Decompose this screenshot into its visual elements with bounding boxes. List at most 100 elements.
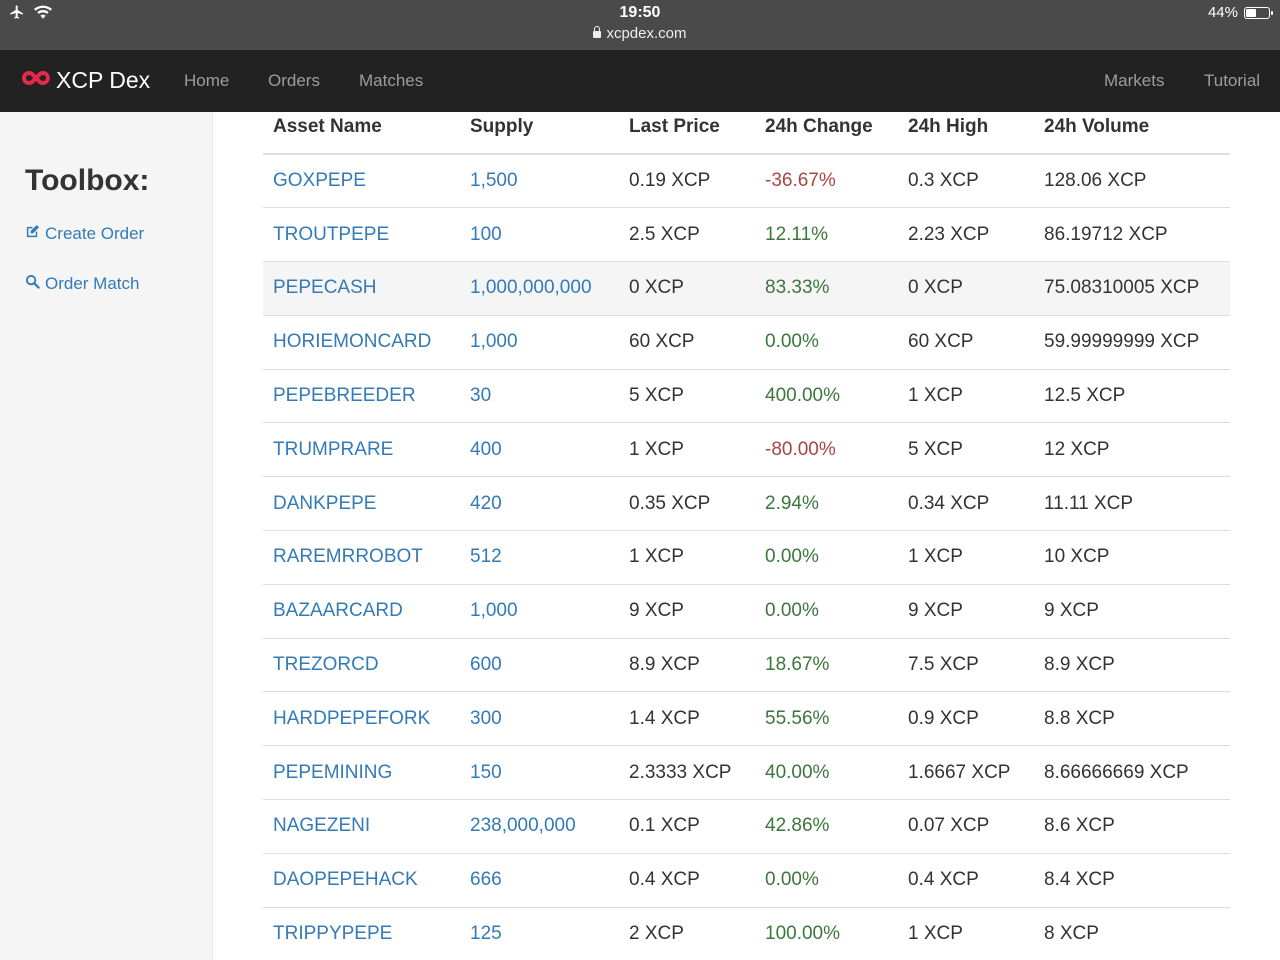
table-row[interactable]: HORIEMONCARD 1,000 60 XCP 0.00% 60 XCP 59.999… — [263, 315, 1230, 370]
supply-link[interactable]: 300 — [460, 691, 619, 747]
order-match-link[interactable]: Order Match — [25, 274, 139, 294]
volume-24h: 128.06 XCP — [1034, 154, 1230, 209]
last-price: 60 XCP — [619, 315, 755, 370]
asset-name-link[interactable]: PEPEMINING — [263, 745, 460, 801]
volume-24h: 59.99999999 XCP — [1034, 315, 1230, 370]
change-24h: 18.67% — [755, 638, 898, 693]
table-row[interactable]: PEPEMINING 150 2.3333 XCP 40.00% 1.6667 XCP 8… — [263, 745, 1230, 801]
supply-link[interactable]: 30 — [460, 369, 619, 424]
url-bar[interactable]: xcpdex.com — [0, 25, 1280, 42]
asset-name-link[interactable]: HORIEMONCARD — [263, 315, 460, 370]
nav-home[interactable]: Home — [184, 71, 229, 91]
table-row[interactable]: RAREMRROBOT 512 1 XCP 0.00% 1 XCP 10 XCP — [263, 530, 1230, 585]
order-match-label: Order Match — [45, 274, 140, 293]
change-24h: 400.00% — [755, 369, 898, 424]
col-24h-volume[interactable]: 24h Volume — [1034, 112, 1230, 155]
table-row[interactable]: DAOPEPEHACK 666 0.4 XCP 0.00% 0.4 XCP 8.4 XCP — [263, 853, 1230, 908]
table-row[interactable]: NAGEZENI 238,000,000 0.1 XCP 42.86% 0.07 XCP… — [263, 799, 1230, 854]
high-24h: 7.5 XCP — [898, 638, 1034, 693]
volume-24h: 86.19712 XCP — [1034, 207, 1230, 263]
battery-level — [1246, 8, 1256, 17]
high-24h: 0 XCP — [898, 261, 1034, 316]
nav-orders[interactable]: Orders — [268, 71, 320, 91]
nav-tutorial[interactable]: Tutorial — [1204, 71, 1260, 91]
table-row[interactable]: TREZORCD 600 8.9 XCP 18.67% 7.5 XCP 8.9 XCP — [263, 638, 1230, 693]
asset-name-link[interactable]: HARDPEPEFORK — [263, 691, 460, 747]
supply-link[interactable]: 1,000 — [460, 584, 619, 639]
col-supply[interactable]: Supply — [460, 112, 619, 155]
supply-link[interactable]: 238,000,000 — [460, 799, 619, 854]
table-row[interactable]: HARDPEPEFORK 300 1.4 XCP 55.56% 0.9 XCP 8.8 X… — [263, 691, 1230, 747]
nav-markets[interactable]: Markets — [1104, 71, 1164, 91]
asset-name-link[interactable]: TRIPPYPEPE — [263, 907, 460, 960]
sidebar: Toolbox: Create Order Order Match — [0, 112, 213, 960]
supply-link[interactable]: 600 — [460, 638, 619, 693]
supply-link[interactable]: 1,500 — [460, 154, 619, 209]
change-24h: 55.56% — [755, 691, 898, 747]
toolbox-title: Toolbox: — [25, 164, 150, 197]
asset-name-link[interactable]: TROUTPEPE — [263, 207, 460, 263]
last-price: 5 XCP — [619, 369, 755, 424]
asset-name-link[interactable]: BAZAARCARD — [263, 584, 460, 639]
col-24h-high[interactable]: 24h High — [898, 112, 1034, 155]
supply-link[interactable]: 125 — [460, 907, 619, 960]
col-asset-name[interactable]: Asset Name — [263, 112, 460, 155]
markets-table: Asset Name Supply Last Price 24h Change … — [263, 112, 1230, 960]
change-24h: 42.86% — [755, 799, 898, 854]
ios-status-bar: 19:50 44% xcpdex.com — [0, 0, 1280, 50]
supply-link[interactable]: 150 — [460, 745, 619, 801]
supply-link[interactable]: 400 — [460, 422, 619, 478]
table-row[interactable]: GOXPEPE 1,500 0.19 XCP -36.67% 0.3 XCP 128.06… — [263, 154, 1230, 209]
table-row[interactable]: TRUMPRARE 400 1 XCP -80.00% 5 XCP 12 XCP — [263, 422, 1230, 478]
table-row[interactable]: TRIPPYPEPE 125 2 XCP 100.00% 1 XCP 8 XCP — [263, 907, 1230, 960]
url-text: xcpdex.com — [606, 25, 687, 42]
last-price: 1 XCP — [619, 530, 755, 585]
asset-name-link[interactable]: TRUMPRARE — [263, 422, 460, 478]
table-row[interactable]: PEPECASH 1,000,000,000 0 XCP 83.33% 0 XCP 75.… — [263, 261, 1230, 316]
change-24h: -80.00% — [755, 422, 898, 478]
high-24h: 9 XCP — [898, 584, 1034, 639]
table-row[interactable]: TROUTPEPE 100 2.5 XCP 12.11% 2.23 XCP 86.1971… — [263, 207, 1230, 263]
asset-name-link[interactable]: TREZORCD — [263, 638, 460, 693]
volume-24h: 8.9 XCP — [1034, 638, 1230, 693]
asset-name-link[interactable]: NAGEZENI — [263, 799, 460, 854]
supply-link[interactable]: 666 — [460, 853, 619, 908]
volume-24h: 8.66666669 XCP — [1034, 745, 1230, 801]
table-row[interactable]: PEPEBREEDER 30 5 XCP 400.00% 1 XCP 12.5 XCP — [263, 369, 1230, 424]
last-price: 0.1 XCP — [619, 799, 755, 854]
col-last-price[interactable]: Last Price — [619, 112, 755, 155]
table-row[interactable]: DANKPEPE 420 0.35 XCP 2.94% 0.34 XCP 11.11 XC… — [263, 476, 1230, 532]
last-price: 2 XCP — [619, 907, 755, 960]
high-24h: 60 XCP — [898, 315, 1034, 370]
asset-name-link[interactable]: PEPECASH — [263, 261, 460, 316]
asset-name-link[interactable]: RAREMRROBOT — [263, 530, 460, 585]
create-order-link[interactable]: Create Order — [25, 224, 144, 244]
volume-24h: 12 XCP — [1034, 422, 1230, 478]
supply-link[interactable]: 1,000,000,000 — [460, 261, 619, 316]
battery-percent: 44% — [1207, 4, 1238, 21]
last-price: 2.5 XCP — [619, 207, 755, 263]
supply-link[interactable]: 420 — [460, 476, 619, 532]
brand-name: XCP Dex — [56, 67, 151, 93]
table-row[interactable]: BAZAARCARD 1,000 9 XCP 0.00% 9 XCP 9 XCP — [263, 584, 1230, 639]
supply-link[interactable]: 1,000 — [460, 315, 619, 370]
change-24h: 83.33% — [755, 261, 898, 316]
high-24h: 1 XCP — [898, 907, 1034, 960]
volume-24h: 10 XCP — [1034, 530, 1230, 585]
supply-link[interactable]: 100 — [460, 207, 619, 263]
brand[interactable]: XCP Dex — [20, 67, 150, 94]
nav-matches[interactable]: Matches — [359, 71, 423, 91]
asset-name-link[interactable]: DANKPEPE — [263, 476, 460, 532]
col-24h-change[interactable]: 24h Change — [755, 112, 898, 155]
volume-24h: 11.11 XCP — [1034, 476, 1230, 532]
supply-link[interactable]: 512 — [460, 530, 619, 585]
asset-name-link[interactable]: DAOPEPEHACK — [263, 853, 460, 908]
asset-name-link[interactable]: GOXPEPE — [263, 154, 460, 209]
change-24h: 100.00% — [755, 907, 898, 960]
volume-24h: 8.4 XCP — [1034, 853, 1230, 908]
volume-24h: 8 XCP — [1034, 907, 1230, 960]
asset-name-link[interactable]: PEPEBREEDER — [263, 369, 460, 424]
high-24h: 0.9 XCP — [898, 691, 1034, 747]
xcp-logo-icon — [20, 67, 52, 94]
lock-icon — [593, 26, 602, 38]
